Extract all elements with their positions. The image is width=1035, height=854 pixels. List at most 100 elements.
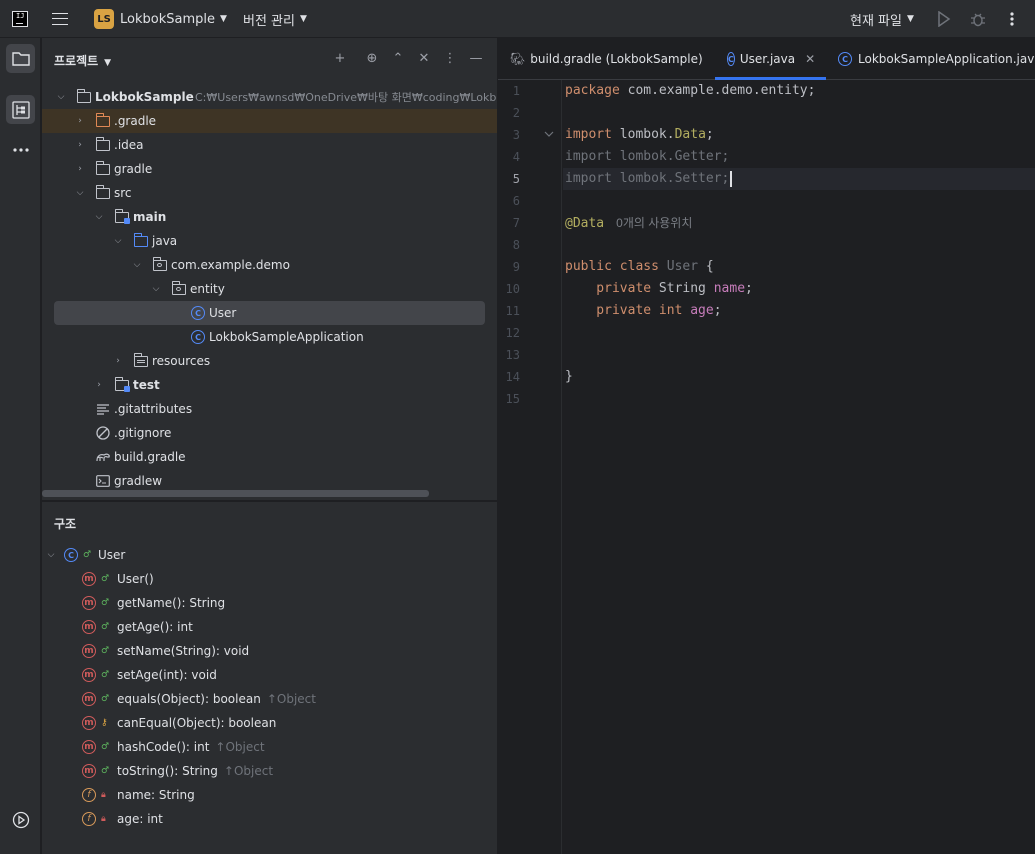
text-caret — [730, 170, 732, 187]
folder-icon — [95, 161, 111, 177]
chevron-down-icon[interactable]: ⌵ — [75, 188, 85, 198]
tree-item[interactable]: ⌵ com.example.demo — [42, 253, 497, 277]
project-tool-icon[interactable] — [6, 44, 35, 73]
line-number[interactable]: 15 — [498, 392, 520, 406]
horizontal-scrollbar[interactable] — [42, 490, 429, 497]
line-number[interactable]: 4 — [498, 150, 520, 164]
structure-tool-icon[interactable] — [6, 95, 35, 124]
code-line-11[interactable]: private int age; — [565, 300, 721, 322]
structure-field[interactable]: f 🔒︎ age: int — [42, 807, 497, 831]
code-line-7[interactable]: @Data 0개의 사용위치 — [565, 212, 692, 234]
public-icon: ♂ — [83, 550, 92, 560]
options-icon[interactable]: ⋮ — [442, 50, 458, 68]
structure-root-label: User — [98, 548, 126, 562]
vcs-menu[interactable]: 버전 관리 ▼ — [243, 0, 307, 38]
member-label: getName(): String — [117, 596, 226, 610]
line-number[interactable]: 11 — [498, 304, 520, 318]
line-number[interactable]: 10 — [498, 282, 520, 296]
structure-method[interactable]: m ♂ getAge(): int — [42, 615, 497, 639]
folder-icon — [76, 89, 92, 105]
tree-item[interactable]: › resources — [42, 349, 497, 373]
structure-method[interactable]: m ⚷ canEqual(Object): boolean — [42, 711, 497, 735]
line-number[interactable]: 7 — [498, 216, 520, 230]
line-number[interactable]: 9 — [498, 260, 520, 274]
tree-item[interactable]: ⌵ java — [42, 229, 497, 253]
code-line-9[interactable]: public class User { — [565, 256, 714, 278]
chevron-down-icon[interactable]: ⌵ — [151, 284, 161, 294]
code-line-5[interactable]: import lombok.Setter; — [565, 168, 732, 190]
tree-item[interactable]: ⌵ main — [42, 205, 497, 229]
structure-method[interactable]: m ♂ equals(Object): boolean ↑Object — [42, 687, 497, 711]
chevron-right-icon[interactable]: › — [94, 380, 104, 390]
structure-method[interactable]: m ♂ toString(): String ↑Object — [42, 759, 497, 783]
tab-build-gradle[interactable]: 🐘︎ build.gradle (LokbokSample) — [510, 38, 703, 80]
locate-icon[interactable]: ⊕ — [364, 50, 380, 68]
tree-item[interactable]: › .idea — [42, 133, 497, 157]
structure-method[interactable]: m ♂ hashCode(): int ↑Object — [42, 735, 497, 759]
tree-item[interactable]: ⌵ LokbokSample C:₩Users₩awnsd₩OneDrive₩바탕 … — [42, 85, 497, 109]
tree-item[interactable]: C LokbokSampleApplication — [42, 325, 497, 349]
collapse-all-icon[interactable]: ✕ — [416, 50, 432, 68]
line-number[interactable]: 13 — [498, 348, 520, 362]
line-number[interactable]: 12 — [498, 326, 520, 340]
structure-panel-title: 구조 — [54, 517, 77, 531]
expand-all-icon[interactable]: ⌃ — [390, 50, 406, 68]
method-icon: m — [82, 764, 96, 778]
tab-lokboksampleapplication[interactable]: C LokbokSampleApplication.java — [838, 38, 1035, 80]
structure-root[interactable]: ⌵ C ♂ User — [42, 543, 497, 567]
tree-item[interactable]: .gitattributes — [42, 397, 497, 421]
structure-method[interactable]: m ♂ getName(): String — [42, 591, 497, 615]
tab-user-java[interactable]: C User.java ✕ — [715, 38, 826, 80]
tree-item[interactable]: › test — [42, 373, 497, 397]
line-number[interactable]: 14 — [498, 370, 520, 384]
chevron-right-icon[interactable]: › — [75, 116, 85, 126]
tree-item[interactable]: ⌵ entity — [42, 277, 497, 301]
structure-field[interactable]: f 🔒︎ name: String — [42, 783, 497, 807]
project-panel-title[interactable]: 프로젝트 ▼ — [54, 52, 111, 69]
chevron-down-icon[interactable]: ⌵ — [94, 212, 104, 222]
spring-class-icon: C — [190, 329, 206, 345]
code-line-4[interactable]: import lombok.Getter; — [565, 146, 729, 168]
code-line-10[interactable]: private String name; — [565, 278, 753, 300]
main-menu-icon[interactable] — [52, 0, 68, 38]
code-line-3[interactable]: import lombok.Data; — [565, 124, 714, 146]
run-icon[interactable] — [937, 0, 951, 38]
tree-item[interactable]: C User — [42, 301, 497, 325]
new-file-icon[interactable]: + — [332, 50, 348, 68]
line-number[interactable]: 6 — [498, 194, 520, 208]
chevron-down-icon[interactable]: ⌵ — [56, 92, 66, 102]
close-icon[interactable]: ✕ — [805, 52, 815, 66]
chevron-right-icon[interactable]: › — [113, 356, 123, 366]
tree-item-label: LokbokSampleApplication — [209, 330, 364, 344]
chevron-down-icon[interactable]: ⌵ — [46, 550, 56, 560]
tree-item[interactable]: build.gradle — [42, 445, 497, 469]
tree-item[interactable]: .gitignore — [42, 421, 497, 445]
hide-panel-icon[interactable]: — — [468, 50, 484, 68]
fold-icon[interactable] — [544, 130, 554, 138]
chevron-right-icon[interactable]: › — [75, 140, 85, 150]
code-line-14[interactable]: } — [565, 366, 573, 388]
line-number[interactable]: 5 — [498, 172, 520, 186]
tree-item[interactable]: › gradle — [42, 157, 497, 181]
structure-method[interactable]: m ♂ User() — [42, 567, 497, 591]
services-icon[interactable] — [6, 805, 35, 834]
app-logo-icon[interactable]: IJ — [12, 0, 28, 38]
code-line-1[interactable]: package com.example.demo.entity; — [565, 80, 815, 102]
run-config-selector[interactable]: 현재 파일 ▼ — [850, 0, 914, 38]
debug-icon[interactable] — [970, 0, 986, 38]
line-number[interactable]: 3 — [498, 128, 520, 142]
structure-method[interactable]: m ♂ setAge(int): void — [42, 663, 497, 687]
chevron-right-icon[interactable]: › — [75, 164, 85, 174]
tree-item[interactable]: ⌵ src — [42, 181, 497, 205]
structure-method[interactable]: m ♂ setName(String): void — [42, 639, 497, 663]
project-selector[interactable]: LS LokbokSample ▼ — [94, 0, 227, 38]
chevron-down-icon[interactable]: ⌵ — [113, 236, 123, 246]
tree-item[interactable]: › .gradle — [42, 109, 497, 133]
tree-item-label: .gitignore — [114, 426, 172, 440]
line-number[interactable]: 1 — [498, 84, 520, 98]
more-options-icon[interactable] — [1010, 0, 1014, 38]
more-tools-icon[interactable] — [6, 135, 35, 164]
line-number[interactable]: 2 — [498, 106, 520, 120]
line-number[interactable]: 8 — [498, 238, 520, 252]
chevron-down-icon[interactable]: ⌵ — [132, 260, 142, 270]
